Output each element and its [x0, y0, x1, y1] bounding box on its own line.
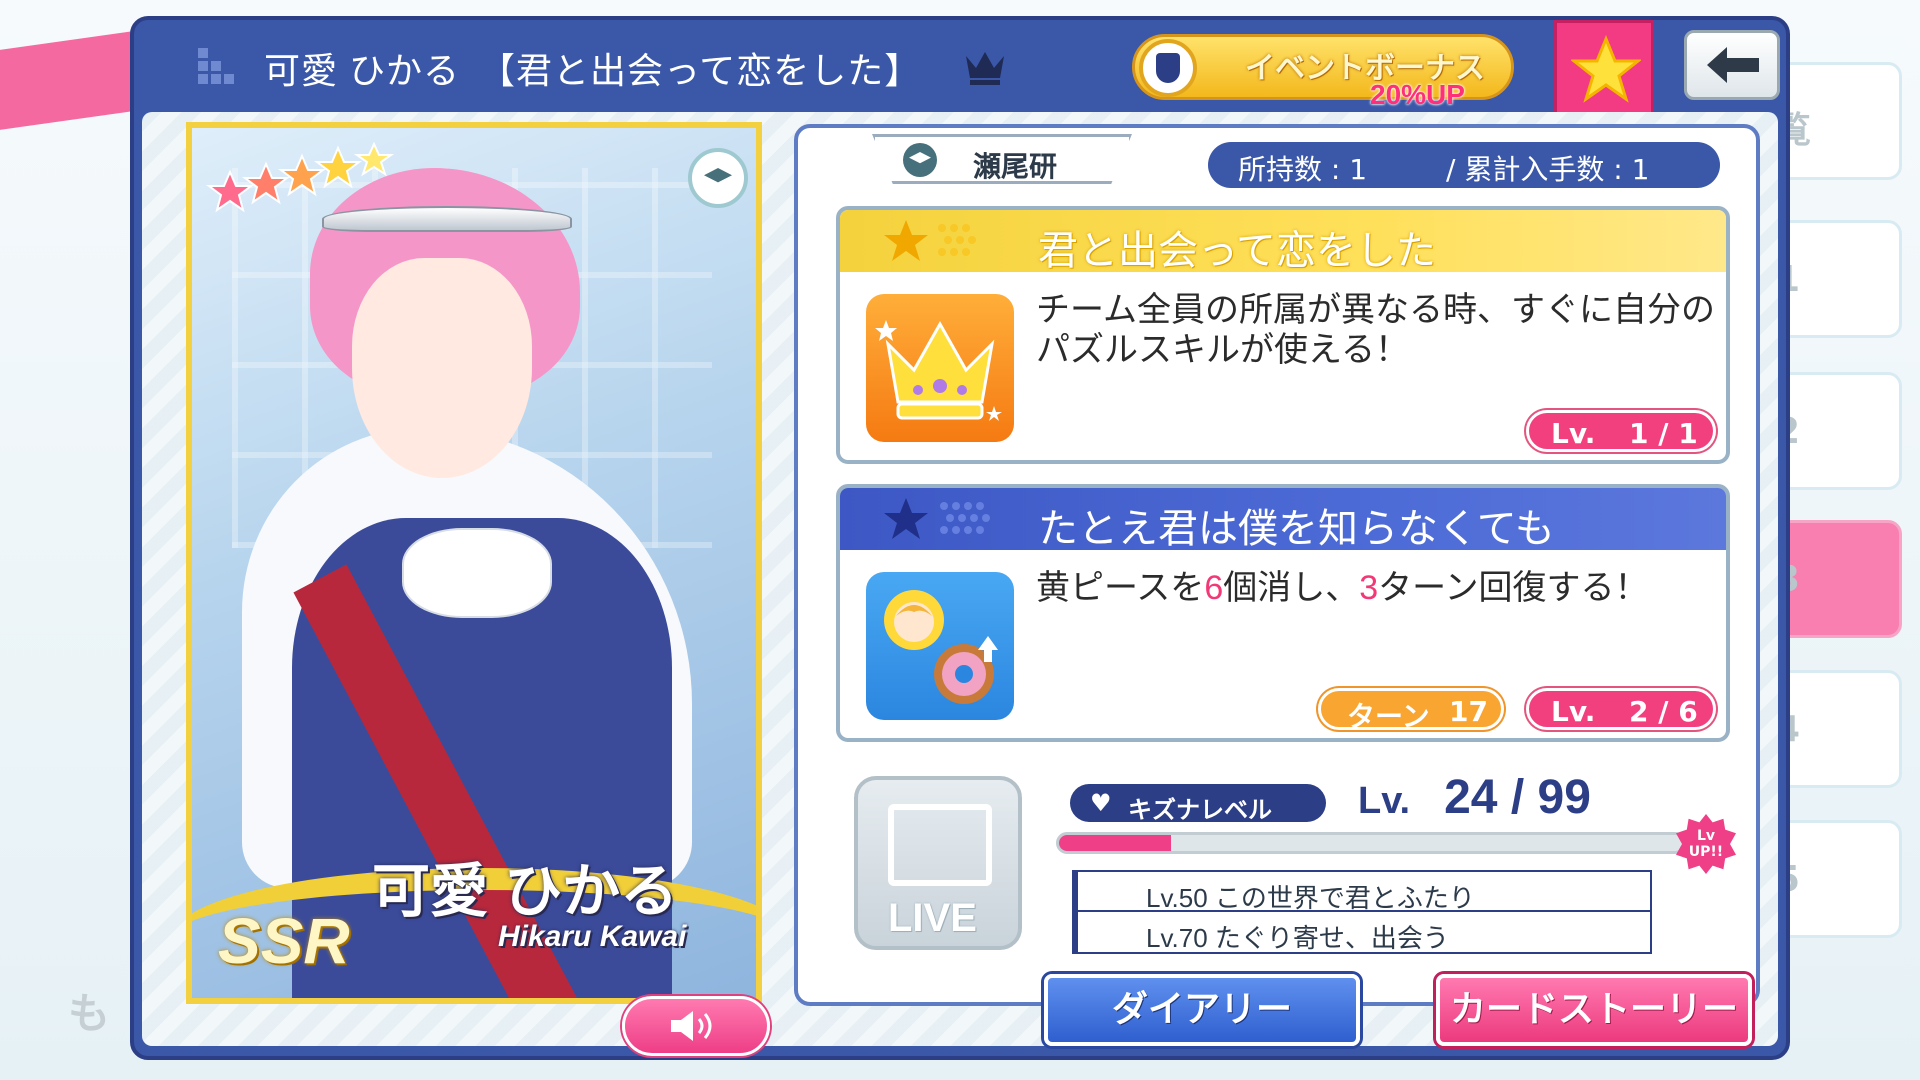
character-face: [352, 258, 532, 478]
star-icon: [884, 220, 976, 261]
lead-skill-header: 君と出会って恋をした: [840, 210, 1726, 273]
favorite-button[interactable]: [1554, 20, 1654, 120]
lead-skill-name: 君と出会って恋をした: [1038, 229, 1436, 273]
lead-skill-level-label: Lv.: [1551, 417, 1596, 450]
owned-count: 所持数 : 1: [1238, 153, 1368, 186]
puzzle-skill-turn-value: 17: [1449, 695, 1488, 728]
total-count: / 累計入手数 : 1: [1446, 153, 1650, 186]
puzzle-skill-level: Lv. 2 / 6: [1526, 688, 1716, 730]
card-art: SSR 可愛 ひかる Hikaru Kawai: [186, 122, 762, 1004]
bg-fragment-text: も: [68, 989, 111, 1038]
back-button[interactable]: [1684, 30, 1780, 100]
affiliation-tag: 瀬尾研: [872, 134, 1132, 184]
shield-emblem-icon: [1139, 39, 1197, 97]
lead-skill-icon-box: [866, 294, 1014, 442]
puzzle-skill-desc-text: 個消し、: [1223, 569, 1360, 607]
card-character-name: 可愛 ひかる: [372, 859, 679, 924]
puzzle-skill-level-value: 2 / 6: [1629, 695, 1698, 728]
puzzle-skill-desc-text: ターン回復する！: [1378, 569, 1649, 607]
voice-button[interactable]: [622, 996, 770, 1056]
card-character-name-roman: Hikaru Kawai: [498, 920, 687, 953]
dialog-titlebar: 可愛 ひかる 【君と出会って恋をした】 イベントボーナス 20%UP: [134, 20, 1786, 120]
bond-level-readout: Lv. 24 / 99: [1358, 770, 1591, 825]
puzzle-skill-description: 黄ピースを6個消し、3ターン回復する！: [1036, 568, 1716, 608]
rarity-stars: [206, 142, 395, 213]
speaker-icon: [671, 1011, 712, 1041]
level-up-badge: Lv UP!!: [1676, 814, 1736, 874]
background-ribbon: [0, 30, 140, 130]
bond-progress-bar: [1056, 832, 1686, 854]
bond-level-tag: ♥ キズナレベル: [1070, 784, 1326, 824]
live-button[interactable]: LIVE: [854, 776, 1022, 950]
bond-progress-fill: [1059, 835, 1172, 851]
graduation-cap-icon: [903, 143, 937, 177]
star-icon: [1571, 35, 1641, 103]
puzzle-skill-desc-number: 6: [1204, 569, 1224, 607]
bond-level-prefix: Lv.: [1358, 780, 1411, 822]
affiliation-name: 瀬尾研: [973, 150, 1058, 183]
bond-rewards-list: Lv.50 この世界で君とふたり Lv.70 たぐり寄せ、出会う: [1072, 870, 1652, 954]
card-detail-dialog: 可愛 ひかる 【君と出会って恋をした】 イベントボーナス 20%UP SSR 可…: [130, 16, 1790, 1060]
card-info-panel: 瀬尾研 所持数 : 1 / 累計入手数 : 1 君と出会って恋をした チーム全員…: [794, 124, 1760, 1006]
rarity-star-icon: [314, 145, 362, 189]
bond-reward-text: Lv.70 たぐり寄せ、出会う: [1146, 923, 1449, 953]
crown-icon: [966, 52, 1004, 85]
bond-level-value: 24 / 99: [1444, 771, 1591, 824]
puzzle-skill-icon-box: [866, 572, 1014, 720]
level-up-line1: Lv: [1696, 828, 1716, 844]
lead-skill-level-value: 1 / 1: [1629, 417, 1698, 450]
puzzle-skill-turn-label: ターン: [1347, 700, 1430, 733]
crown-icon: [875, 320, 1002, 421]
grid-menu-icon: [198, 48, 234, 84]
puzzle-skill-card: たとえ君は僕を知らなくても 黄ピースを6個消し、3ターン回復する！ ターン 17: [836, 484, 1730, 742]
card-rarity: SSR: [218, 905, 350, 977]
lead-skill-level: Lv. 1 / 1: [1526, 410, 1716, 452]
arrow-left-icon: [1707, 47, 1759, 83]
puzzle-skill-desc-number: 3: [1359, 569, 1379, 607]
bond-reward-row: Lv.70 たぐり寄せ、出会う: [1078, 912, 1652, 954]
card-story-button[interactable]: カードストーリー: [1436, 974, 1752, 1046]
bond-level-label: キズナレベル: [1128, 796, 1272, 824]
card-title: 可愛 ひかる 【君と出会って恋をした】: [264, 50, 922, 91]
puzzle-skill-level-label: Lv.: [1551, 695, 1596, 728]
bond-reward-text: Lv.50 この世界で君とふたり: [1146, 883, 1475, 913]
puzzle-skill-header: たとえ君は僕を知らなくても: [840, 488, 1726, 551]
rarity-star-icon: [353, 142, 395, 177]
graduation-cap-icon: [688, 148, 748, 208]
event-bonus-percent: 20%UP: [1370, 79, 1465, 110]
event-bonus-badge: イベントボーナス 20%UP: [1132, 34, 1514, 110]
character-bow: [402, 528, 552, 618]
diary-button[interactable]: ダイアリー: [1044, 974, 1360, 1046]
lead-skill-card: 君と出会って恋をした チーム全員の所属が異なる時、すぐに自分のパズルスキルが使え…: [836, 206, 1730, 464]
bond-reward-row: Lv.50 この世界で君とふたり: [1078, 870, 1652, 913]
puzzle-skill-name: たとえ君は僕を知らなくても: [1038, 507, 1555, 551]
film-icon: [888, 804, 992, 886]
live-button-label: LIVE: [888, 896, 977, 940]
puzzle-skill-turns: ターン 17: [1318, 688, 1504, 733]
ownership-counts: 所持数 : 1 / 累計入手数 : 1: [1208, 142, 1720, 188]
lead-skill-description: チーム全員の所属が異なる時、すぐに自分のパズルスキルが使える！: [1036, 291, 1715, 369]
donut-icon: [884, 590, 998, 704]
star-icon: [884, 498, 990, 539]
puzzle-skill-desc-text: 黄ピースを: [1036, 569, 1205, 607]
heart-icon: ♥: [1090, 789, 1112, 817]
level-up-line2: UP!!: [1688, 844, 1724, 860]
